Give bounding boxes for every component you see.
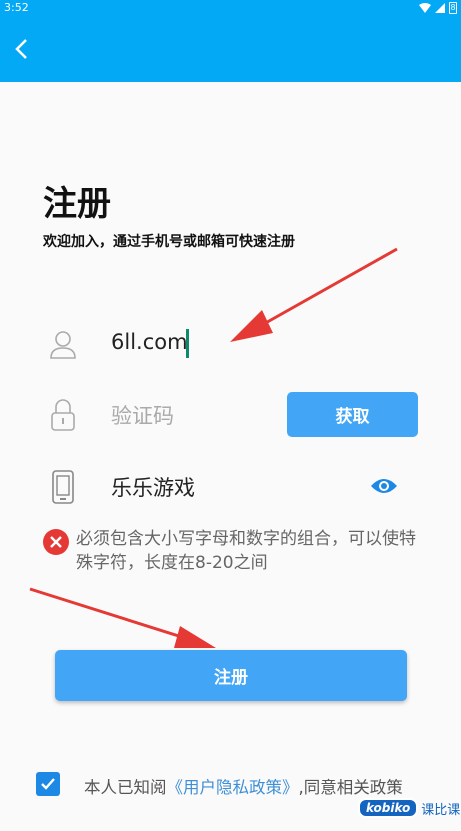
watermark-text: 课比课 <box>421 802 461 818</box>
lock-icon <box>49 397 77 433</box>
back-button[interactable] <box>6 34 36 64</box>
battery-icon: 8 <box>449 2 457 14</box>
close-circle-icon <box>43 529 69 555</box>
annotation-arrow-bottom <box>29 587 216 648</box>
get-code-button[interactable]: 获取 <box>287 392 418 437</box>
text-cursor <box>186 329 189 358</box>
agreement-prefix: 本人已知阅 <box>84 778 167 797</box>
page-subtitle: 欢迎加入，通过手机号或邮箱可快速注册 <box>43 234 295 250</box>
annotation-arrow-top <box>230 247 398 342</box>
eye-icon[interactable] <box>368 472 400 500</box>
check-icon <box>41 778 55 790</box>
verification-code-input[interactable]: 验证码 <box>111 400 174 430</box>
watermark-logo: kobiko <box>358 798 419 818</box>
phone-icon <box>50 468 76 506</box>
status-time: 3:52 <box>4 1 29 14</box>
page-title: 注册 <box>43 184 111 224</box>
status-bar: 3:52 8 <box>0 0 461 16</box>
account-input[interactable]: 6ll.com <box>111 330 188 354</box>
signal-icon <box>435 3 445 13</box>
toolbar <box>0 16 461 82</box>
wifi-icon <box>419 3 431 13</box>
status-icons: 8 <box>419 2 457 14</box>
user-icon <box>48 329 78 361</box>
agreement-text: 本人已知阅《用户隐私政策》,同意相关政策 <box>84 774 403 798</box>
chevron-left-icon <box>15 39 27 59</box>
agreement-checkbox[interactable] <box>36 772 60 796</box>
error-message: 必须包含大小写字母和数字的组合，可以使特殊字符，长度在8-20之间 <box>76 529 416 573</box>
password-input[interactable]: 乐乐游戏 <box>111 472 195 502</box>
register-button[interactable]: 注册 <box>55 650 407 701</box>
privacy-policy-link[interactable]: 《用户隐私政策》 <box>167 778 299 797</box>
agreement-suffix: ,同意相关政策 <box>298 778 403 797</box>
watermark: kobiko 课比课 <box>358 798 460 818</box>
